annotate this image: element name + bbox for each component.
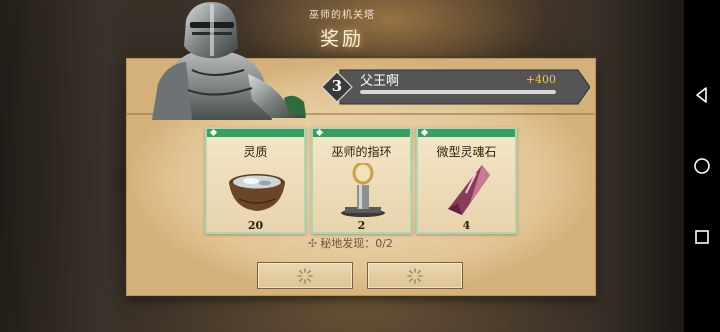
soul-crystal-icon bbox=[448, 165, 490, 215]
tower-subtitle: 巫师的机关塔 bbox=[309, 10, 375, 21]
xp-progress-bar bbox=[360, 90, 556, 94]
secret-discovery-counter: ✣ 秘地发现：0/2 bbox=[308, 235, 393, 251]
xp-progress-fill bbox=[360, 90, 556, 94]
level-number: 3 bbox=[331, 77, 343, 95]
recents-square-icon[interactable] bbox=[693, 228, 711, 246]
system-nav-bar bbox=[684, 0, 720, 332]
reward-label: 灵质 bbox=[243, 145, 268, 159]
progress-title: 父王啊 bbox=[360, 74, 400, 89]
action-button-right[interactable] bbox=[367, 262, 463, 289]
diamond-icon bbox=[315, 128, 324, 137]
knight-hero-icon bbox=[152, 2, 306, 120]
action-button-left[interactable] bbox=[257, 262, 353, 289]
reward-label: 微型灵魂石 bbox=[436, 145, 497, 159]
back-triangle-icon[interactable] bbox=[693, 86, 711, 104]
game-scene: 巫师的机关塔 奖励 3 父王啊 +400 灵质 20 巫师的指环 2 微型灵魂石… bbox=[0, 0, 684, 332]
card-header-bar bbox=[418, 128, 515, 137]
loading-spinner-icon bbox=[407, 268, 423, 284]
reward-quantity: 2 bbox=[357, 219, 366, 232]
home-circle-icon[interactable] bbox=[693, 157, 711, 175]
loading-spinner-icon bbox=[297, 268, 313, 284]
reward-card-ring[interactable]: 巫师的指环 2 bbox=[311, 127, 412, 234]
xp-gain: +400 bbox=[525, 73, 556, 86]
wizard-ring-icon bbox=[341, 163, 385, 217]
secret-label: 秘地发现：0/2 bbox=[320, 237, 393, 250]
reward-card-ectoplasm[interactable]: 灵质 20 bbox=[205, 127, 306, 234]
ectoplasm-bowl-icon bbox=[229, 174, 285, 211]
reward-label: 巫师的指环 bbox=[331, 145, 392, 159]
card-header-bar bbox=[207, 128, 304, 137]
compass-star-icon: ✣ bbox=[308, 237, 318, 250]
reward-quantity: 20 bbox=[247, 219, 264, 232]
reward-card-soul-gem[interactable]: 微型灵魂石 4 bbox=[416, 127, 517, 234]
level-progress-ribbon: 3 父王啊 +400 bbox=[320, 68, 590, 106]
card-header-bar bbox=[313, 128, 410, 137]
diamond-icon bbox=[209, 128, 218, 137]
reward-quantity: 4 bbox=[462, 219, 471, 232]
page-title: 奖励 bbox=[319, 28, 364, 50]
diamond-icon bbox=[420, 128, 429, 137]
